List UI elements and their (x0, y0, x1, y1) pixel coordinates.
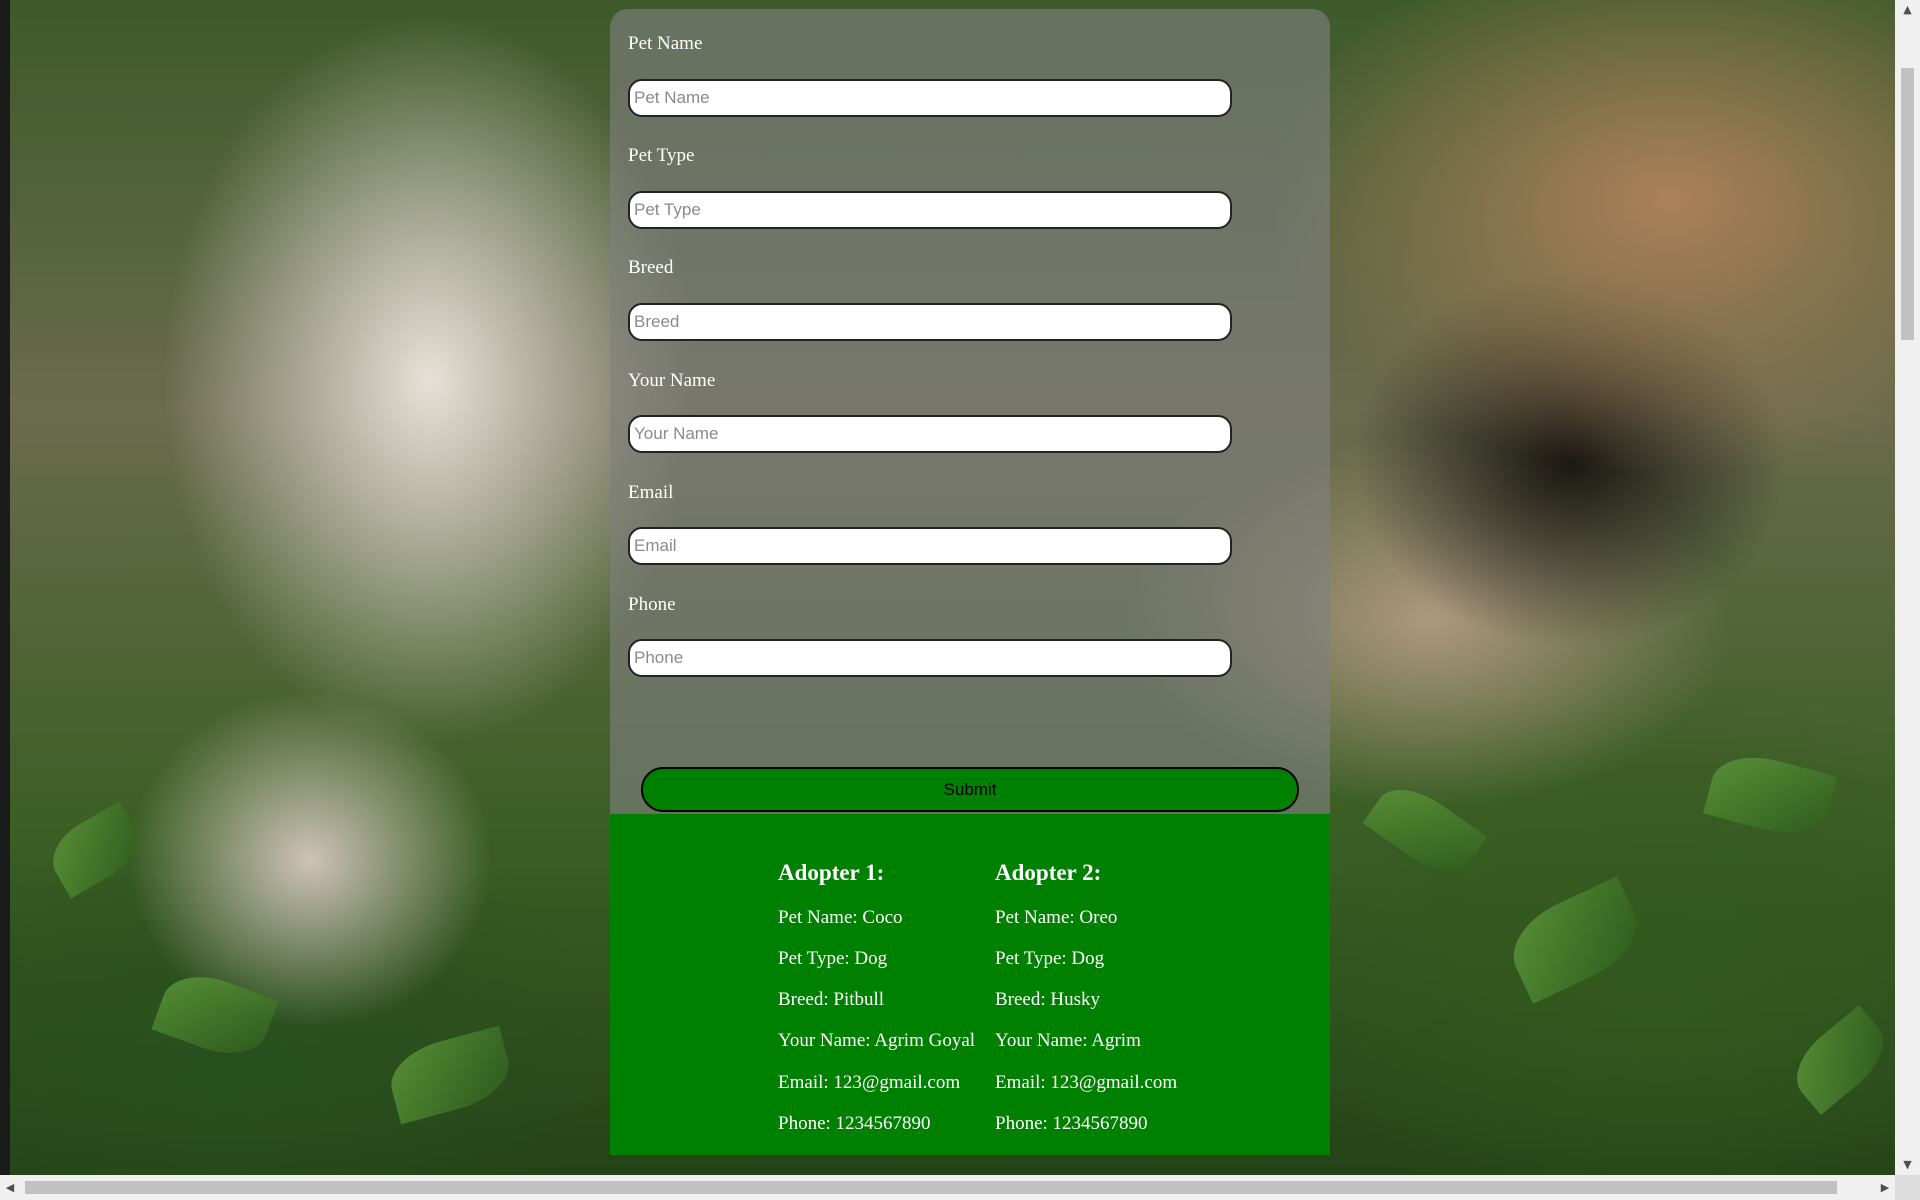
leaf-decoration (41, 801, 149, 899)
adopter-phone: Phone: 1234567890 (778, 1113, 931, 1134)
adopter-pet-name: Pet Name: Oreo (995, 907, 1118, 928)
adopter-pet-name: Pet Name: Coco (778, 907, 903, 928)
horizontal-scroll-thumb[interactable] (25, 1181, 1837, 1194)
leaf-decoration (1782, 1004, 1895, 1116)
your-name-label: Your Name (628, 370, 716, 391)
email-label: Email (628, 482, 674, 503)
pet-type-label: Pet Type (628, 145, 695, 166)
your-name-input[interactable] (628, 415, 1232, 453)
leaf-decoration (1499, 876, 1651, 1004)
adopter-title: Adopter 2: (995, 860, 1102, 885)
adopter-your-name: Your Name: Agrim (995, 1030, 1141, 1051)
adopter-your-name: Your Name: Agrim Goyal (778, 1030, 976, 1051)
vertical-scroll-thumb[interactable] (1901, 68, 1914, 340)
page-viewport: Pet Name Pet Type Breed Your Name Email … (0, 0, 1920, 1200)
horizontal-scrollbar[interactable]: ◀ ▶ (0, 1175, 1895, 1200)
submit-button[interactable]: Submit (641, 767, 1299, 812)
pet-name-input[interactable] (628, 79, 1232, 117)
adopter-pet-type: Pet Type: Dog (778, 948, 888, 969)
pet-name-label: Pet Name (628, 33, 703, 54)
adopter-breed: Breed: Pitbull (778, 989, 885, 1010)
leaf-decoration (1702, 745, 1838, 845)
scroll-up-arrow-icon[interactable]: ▲ (1895, 0, 1920, 20)
phone-input[interactable] (628, 639, 1232, 677)
scroll-down-arrow-icon[interactable]: ▼ (1895, 1155, 1920, 1175)
leaf-decoration (151, 963, 279, 1067)
scroll-left-arrow-icon[interactable]: ◀ (0, 1175, 20, 1200)
breed-input[interactable] (628, 303, 1232, 341)
leaf-decoration (1362, 773, 1488, 887)
adopter-pet-type: Pet Type: Dog (995, 948, 1105, 969)
leaf-decoration (382, 1025, 518, 1125)
phone-label: Phone (628, 594, 676, 615)
scroll-right-arrow-icon[interactable]: ▶ (1875, 1175, 1895, 1200)
adopter-email: Email: 123@gmail.com (995, 1072, 1178, 1093)
vertical-scrollbar[interactable]: ▲ ▼ (1895, 0, 1920, 1175)
adopter-title: Adopter 1: (778, 860, 885, 885)
adopter-email: Email: 123@gmail.com (778, 1072, 961, 1093)
scrollbar-corner (1895, 1175, 1920, 1200)
adopter-phone: Phone: 1234567890 (995, 1113, 1148, 1134)
pet-type-input[interactable] (628, 191, 1232, 229)
adopter-breed: Breed: Husky (995, 989, 1101, 1010)
breed-label: Breed (628, 257, 674, 278)
left-edge-strip (0, 0, 10, 1175)
adopters-panel: Adopter 1: Pet Name: Coco Pet Type: Dog … (610, 814, 1330, 1155)
email-input[interactable] (628, 527, 1232, 565)
adoption-form-card: Pet Name Pet Type Breed Your Name Email … (610, 9, 1330, 814)
